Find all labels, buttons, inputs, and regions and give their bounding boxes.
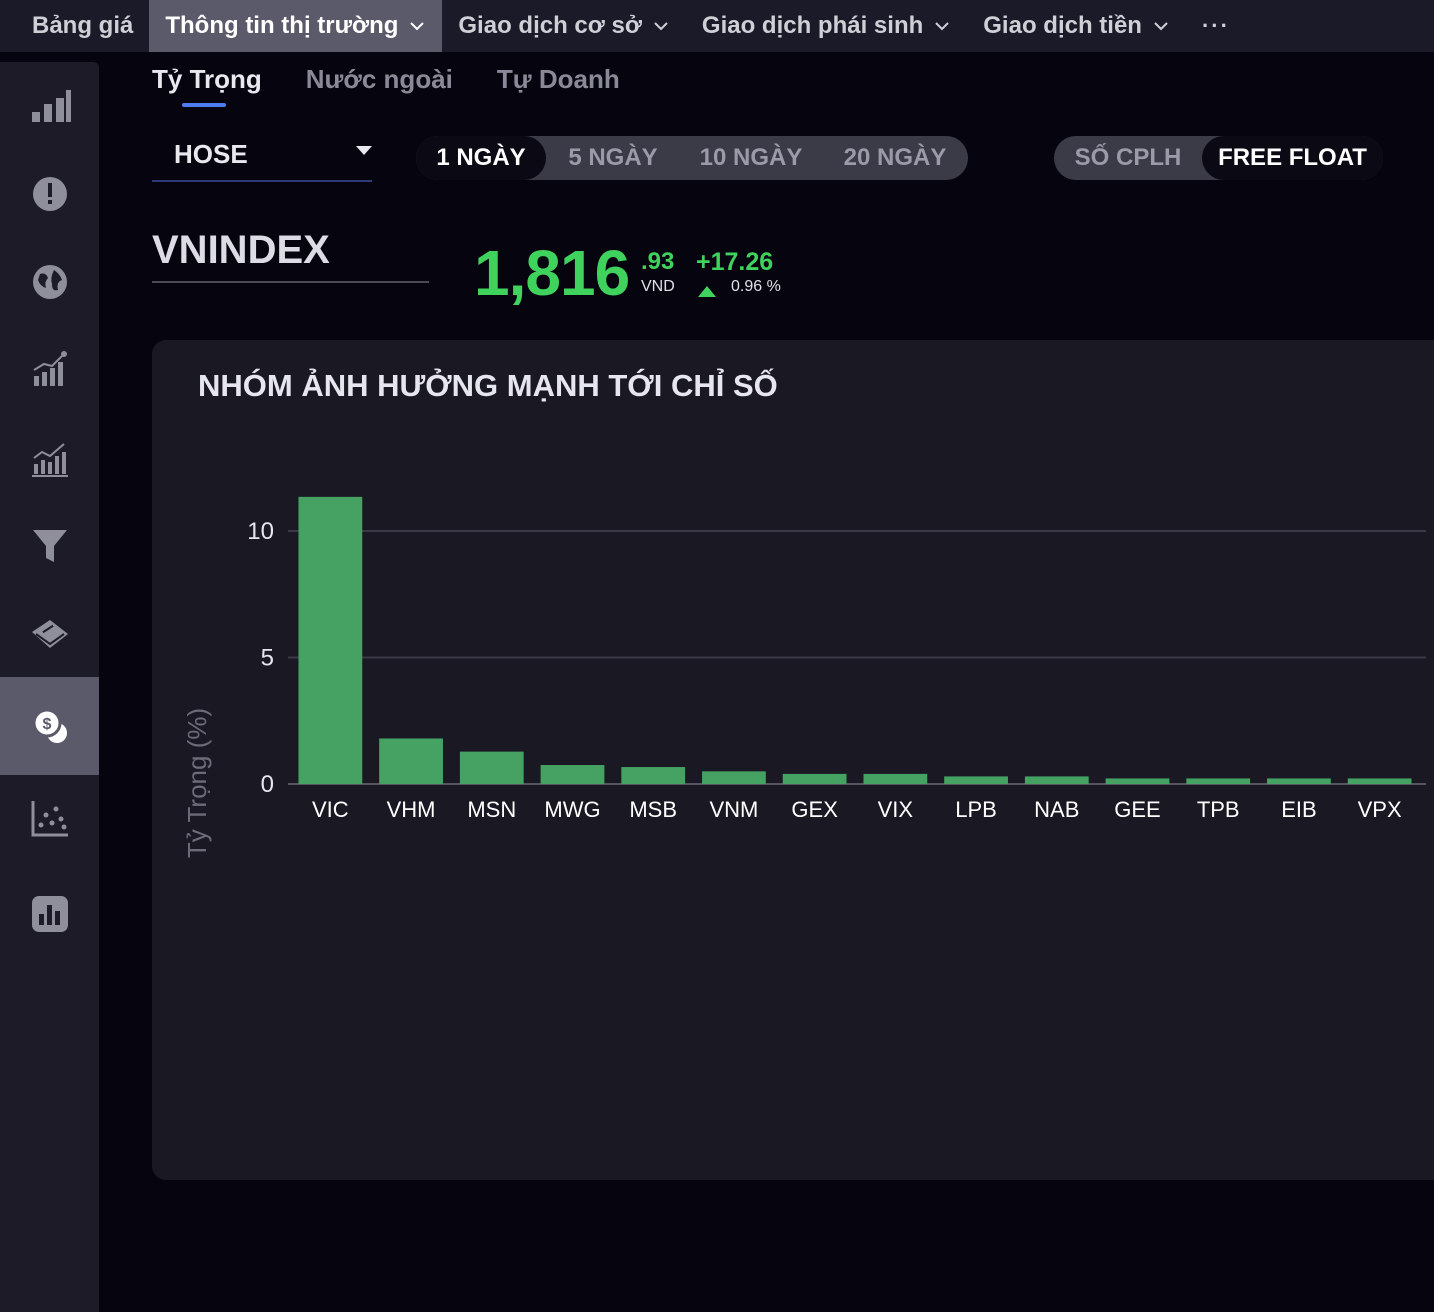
more-menu-icon[interactable]: ··· (1186, 0, 1246, 52)
book-icon (31, 620, 68, 648)
tab-tu-doanh[interactable]: Tự Doanh (497, 64, 620, 107)
chevron-down-icon (1154, 22, 1168, 31)
chart-title: NHÓM ẢNH HƯỞNG MẠNH TỚI CHỈ SỐ (198, 368, 778, 403)
sub-tabs: Tỷ Trọng Nước ngoài Tự Doanh (152, 64, 620, 107)
nav-thong-tin-thi-truong[interactable]: Thông tin thị trường (149, 0, 443, 52)
report-icon (31, 896, 68, 932)
nav-label: Giao dịch tiền (983, 12, 1142, 39)
y-axis-label: Tỷ Trọng (%) (182, 708, 212, 858)
sidebar-item-report[interactable] (0, 870, 99, 958)
nav-giao-dich-co-so[interactable]: Giao dịch cơ sở (442, 0, 686, 52)
alert-icon (32, 177, 67, 211)
nav-label: Bảng giá (32, 12, 134, 39)
period-5-ngay[interactable]: 5 NGÀY (546, 136, 680, 180)
y-tick-label: 5 (261, 645, 274, 672)
x-tick-label: MSB (629, 797, 677, 822)
bar-nab (1024, 776, 1089, 784)
coins-icon: $ (32, 708, 67, 743)
nav-bang-gia[interactable]: Bảng giá (0, 0, 149, 52)
bar-eib (1267, 778, 1331, 784)
chart-up-icon (32, 351, 67, 386)
weight-mode-toggle: SỐ CPLH FREE FLOAT (1054, 136, 1383, 180)
bar-vhm (379, 738, 443, 784)
x-tick-label: LPB (955, 797, 997, 822)
bar-vic (298, 496, 363, 784)
bar-msn (459, 751, 524, 784)
chevron-down-icon (410, 22, 425, 31)
sidebar-item-alert[interactable] (0, 150, 99, 238)
index-value: 1,816 (474, 237, 630, 309)
sidebar-item-bar-chart[interactable] (0, 62, 99, 150)
x-tick-label: NAB (1034, 797, 1079, 822)
index-currency: VND (641, 278, 675, 295)
more-label: ··· (1201, 13, 1230, 38)
nav-giao-dich-tien[interactable]: Giao dịch tiền (967, 0, 1186, 52)
sidebar-item-coins[interactable]: $ (0, 677, 99, 775)
sidebar-item-scatter[interactable] (0, 775, 99, 863)
bar-msb (621, 767, 686, 784)
bar-vix (863, 773, 928, 784)
x-tick-label: VIX (878, 797, 914, 822)
tab-ty-trong[interactable]: Tỷ Trọng (152, 64, 262, 107)
period-10-ngay[interactable]: 10 NGÀY (680, 136, 822, 180)
sidebar: $ (0, 62, 99, 1312)
chevron-down-icon (654, 22, 668, 31)
x-tick-label: MSN (467, 797, 516, 822)
period-20-ngay[interactable]: 20 NGÀY (822, 136, 968, 180)
globe-icon (32, 265, 67, 299)
bar-gex (782, 773, 847, 784)
bar-chart-icon (31, 90, 71, 122)
exchange-select[interactable]: HOSE (152, 128, 372, 182)
y-tick-label: 0 (261, 771, 274, 798)
x-tick-label: GEE (1114, 797, 1160, 822)
nav-label: Giao dịch phái sinh (701, 12, 924, 39)
nav-label: Thông tin thị trường (165, 12, 399, 39)
bar-vnm (702, 771, 766, 784)
y-tick-label: 10 (247, 518, 274, 545)
index-underline (152, 281, 429, 283)
mode-so-cplh[interactable]: SỐ CPLH (1054, 136, 1202, 180)
influence-bar-chart: 1050-5-10Tỷ Trọng (%)VICVHMMSNMWGMSBVNMG… (182, 496, 1426, 858)
index-value-decimal: .93 (641, 248, 675, 275)
x-tick-label: TPB (1197, 797, 1240, 822)
period-toggle: 1 NGÀY 5 NGÀY 10 NGÀY 20 NGÀY (416, 136, 968, 180)
bar-lpb (944, 776, 1008, 784)
sidebar-item-trend-chart[interactable] (0, 414, 99, 502)
x-tick-label: VNM (709, 797, 758, 822)
index-change-percent: 0.96 % (731, 278, 781, 295)
x-tick-label: MWG (544, 797, 600, 822)
nav-label: Giao dịch cơ sở (458, 12, 642, 39)
bar-vpx (1347, 778, 1412, 784)
period-1-ngay[interactable]: 1 NGÀY (416, 136, 546, 180)
sidebar-item-chart-up[interactable] (0, 326, 99, 414)
caret-down-icon (356, 146, 372, 155)
sidebar-item-book[interactable] (0, 590, 99, 678)
chevron-down-icon (935, 22, 949, 31)
top-nav: Bảng giá Thông tin thị trường Giao dịch … (0, 0, 1434, 52)
filter-icon (32, 530, 67, 562)
svg-text:$: $ (42, 716, 51, 733)
trend-chart-icon (31, 443, 68, 477)
x-tick-label: GEX (791, 797, 838, 822)
bar-mwg (540, 765, 605, 784)
tab-nuoc-ngoai[interactable]: Nước ngoài (306, 64, 453, 107)
scatter-icon (31, 801, 68, 837)
bar-gee (1105, 778, 1170, 784)
sidebar-item-filter[interactable] (0, 502, 99, 590)
x-tick-label: VIC (312, 797, 349, 822)
x-tick-label: VPX (1358, 797, 1402, 822)
x-tick-label: VHM (387, 797, 436, 822)
up-arrow-icon (698, 286, 716, 297)
mode-free-float[interactable]: FREE FLOAT (1202, 136, 1383, 180)
bar-tpb (1186, 778, 1251, 784)
exchange-selected-value: HOSE (174, 138, 248, 169)
x-tick-label: EIB (1281, 797, 1316, 822)
sidebar-item-globe[interactable] (0, 238, 99, 326)
index-name: VNINDEX (152, 228, 330, 272)
nav-giao-dich-phai-sinh[interactable]: Giao dịch phái sinh (686, 0, 967, 52)
index-change: +17.26 (696, 248, 774, 276)
